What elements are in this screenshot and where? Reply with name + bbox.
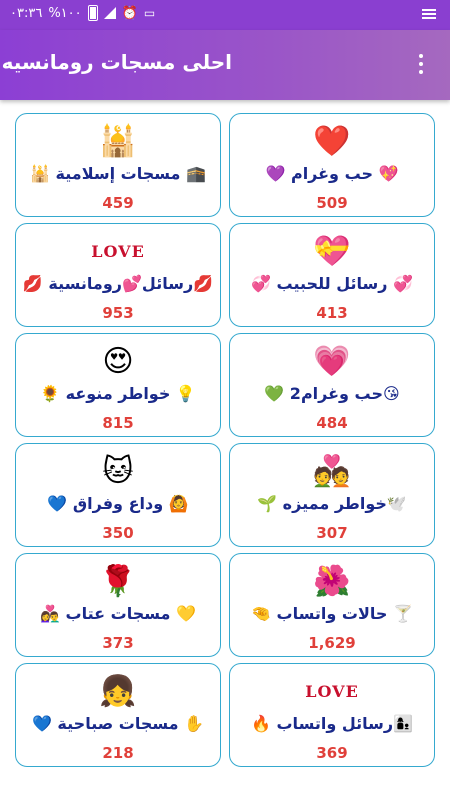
category-card[interactable]: 😍 💡 خواطر منوعه 🌻 815	[15, 333, 221, 437]
category-card[interactable]: 🌺 🍸 حالات واتساب 🤏 1,629	[229, 553, 435, 657]
message-count: 413	[316, 304, 348, 322]
app-bar: احلى مسجات رومانسيه	[0, 30, 450, 100]
category-thumbnail-image: 💗	[297, 340, 367, 382]
thumbnail-icon: 🕌	[99, 123, 137, 159]
signal-icon	[103, 7, 116, 19]
category-card[interactable]: 👧 ✋ مسجات صباحية 💙 218	[15, 663, 221, 767]
notification-menu-icon	[422, 7, 436, 21]
message-count: 350	[102, 524, 134, 542]
thumbnail-icon: 💑	[313, 453, 351, 489]
message-count: 815	[102, 414, 134, 432]
category-thumbnail-image: ❤️	[297, 120, 367, 162]
alarm-icon: ⏰	[121, 5, 138, 21]
thumbnail-icon: ❤️	[313, 123, 351, 159]
status-bar: ٠٣:٣٦ %١٠٠ ⏰ ▭	[0, 0, 450, 30]
category-card[interactable]: 💑 🕊️خواطر مميزه 🌱 307	[229, 443, 435, 547]
category-label: 💞 رسائل للحبيب 💞	[251, 274, 413, 293]
category-label: 💖 حب وغرام 💜	[265, 164, 399, 183]
thumbnail-icon: 💗	[313, 343, 351, 379]
category-thumbnail-image: LOVE	[297, 670, 367, 712]
battery-icon	[87, 5, 98, 21]
category-card[interactable]: LOVE 💋رسائل💕رومانسية 💋 953	[15, 223, 221, 327]
thumbnail-icon: 🐱	[102, 453, 134, 489]
status-time: ٠٣:٣٦	[10, 5, 43, 21]
category-card[interactable]: LOVE 👩‍👦رسائل واتساب 🔥 369	[229, 663, 435, 767]
category-thumbnail-image: LOVE	[83, 230, 153, 272]
category-thumbnail-image: 💑	[297, 450, 367, 492]
category-card[interactable]: 💗 😘حب وغرام2 💚 484	[229, 333, 435, 437]
message-count: 307	[316, 524, 348, 542]
message-count: 484	[316, 414, 348, 432]
category-card[interactable]: ❤️ 💖 حب وغرام 💜 509	[229, 113, 435, 217]
category-label: 🕋 مسجات إسلامية 🕌	[30, 164, 206, 183]
category-card[interactable]: 🕌 🕋 مسجات إسلامية 🕌 459	[15, 113, 221, 217]
overflow-menu-icon[interactable]	[416, 54, 426, 76]
thumbnail-icon: 👧	[99, 673, 137, 709]
category-thumbnail-image: 💝	[297, 230, 367, 272]
category-label: 🕊️خواطر مميزه 🌱	[257, 494, 407, 513]
category-label: 🍸 حالات واتساب 🤏	[251, 604, 413, 623]
category-thumbnail-image: 🐱	[83, 450, 153, 492]
thumbnail-icon: 🌹	[99, 563, 137, 599]
category-label: 💋رسائل💕رومانسية 💋	[22, 274, 214, 293]
category-label: 💛 مسجات عتاب 👩‍❤️‍👨	[40, 604, 196, 623]
category-label: 👩‍👦رسائل واتساب 🔥	[250, 714, 414, 733]
category-thumbnail-image: 🕌	[83, 120, 153, 162]
category-label: 💡 خواطر منوعه 🌻	[40, 384, 196, 403]
message-count: 373	[102, 634, 134, 652]
thumbnail-icon: 😍	[102, 343, 134, 379]
message-count: 1,629	[308, 634, 356, 652]
category-card[interactable]: 🐱 🙆 وداع وفراق 💙 350	[15, 443, 221, 547]
battery-text: %١٠٠	[48, 5, 82, 21]
category-thumbnail-image: 👧	[83, 670, 153, 712]
message-count: 459	[102, 194, 134, 212]
category-thumbnail-image: 🌺	[297, 560, 367, 602]
category-label: 🙆 وداع وفراق 💙	[47, 494, 189, 513]
thumbnail-icon: 💝	[313, 233, 351, 269]
message-count: 953	[102, 304, 134, 322]
category-label: ✋ مسجات صباحية 💙	[31, 714, 205, 733]
cast-icon: ▭	[143, 6, 156, 20]
category-thumbnail-image: 😍	[83, 340, 153, 382]
thumbnail-text: LOVE	[91, 241, 145, 261]
category-card[interactable]: 🌹 💛 مسجات عتاب 👩‍❤️‍👨 373	[15, 553, 221, 657]
thumbnail-icon: 🌺	[313, 563, 351, 599]
message-count: 509	[316, 194, 348, 212]
category-thumbnail-image: 🌹	[83, 560, 153, 602]
app-title: احلى مسجات رومانسيه	[1, 50, 232, 74]
status-indicators: ٠٣:٣٦ %١٠٠ ⏰ ▭	[10, 5, 155, 21]
category-grid: ❤️ 💖 حب وغرام 💜 509 🕌 🕋 مسجات إسلامية 🕌 459 💝 💞…	[15, 113, 435, 767]
category-label: 😘حب وغرام2 💚	[264, 384, 400, 403]
category-card[interactable]: 💝 💞 رسائل للحبيب 💞 413	[229, 223, 435, 327]
message-count: 218	[102, 744, 134, 762]
message-count: 369	[316, 744, 348, 762]
thumbnail-text: LOVE	[305, 681, 359, 701]
